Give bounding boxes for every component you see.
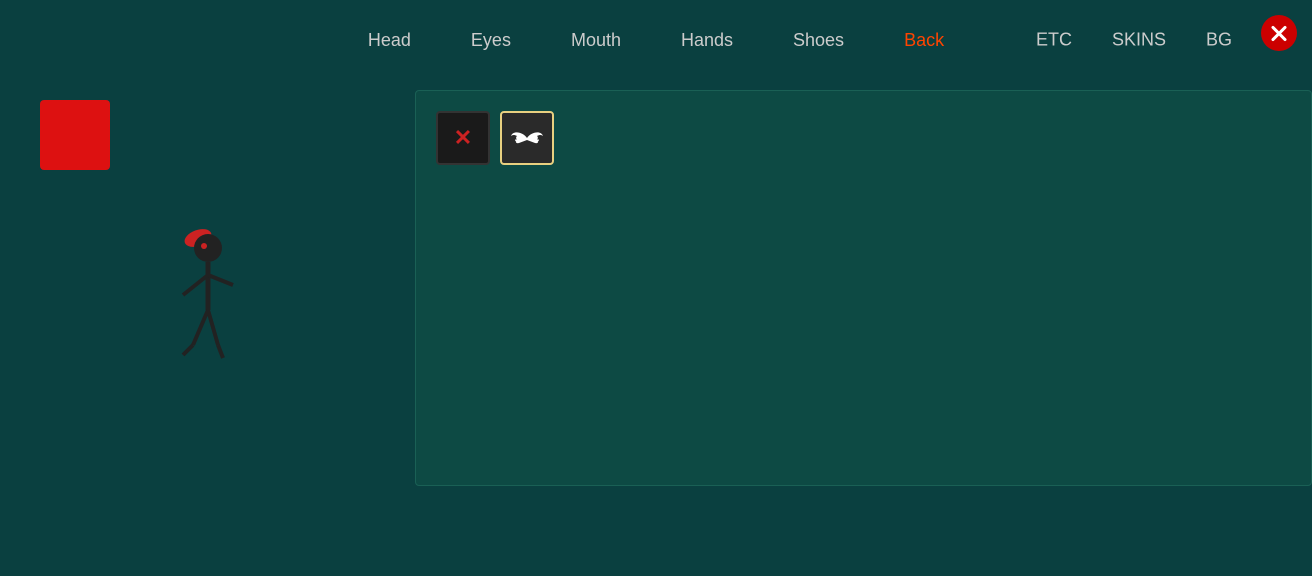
nav-etc[interactable]: ETC	[1036, 30, 1072, 51]
right-panel: ✕	[415, 90, 1312, 486]
nav-bg[interactable]: BG	[1206, 30, 1232, 51]
nav-skins[interactable]: SKINS	[1112, 30, 1166, 51]
nav-right: ETC SKINS BG	[1036, 30, 1232, 51]
tab-shoes[interactable]: Shoes	[793, 30, 844, 51]
color-swatch[interactable]	[40, 100, 110, 170]
items-grid: ✕	[436, 111, 1291, 165]
tab-head[interactable]: Head	[368, 30, 411, 51]
wings-icon	[509, 126, 545, 150]
tab-eyes[interactable]: Eyes	[471, 30, 511, 51]
close-button[interactable]	[1261, 15, 1297, 51]
tab-hands[interactable]: Hands	[681, 30, 733, 51]
tab-back[interactable]: Back	[904, 30, 944, 51]
item-slot-empty[interactable]: ✕	[436, 111, 490, 165]
item-slot-wings[interactable]	[500, 111, 554, 165]
top-nav: Head Eyes Mouth Hands Shoes Back ETC SKI…	[0, 0, 1312, 80]
bottom-area	[0, 486, 1312, 576]
tab-mouth[interactable]: Mouth	[571, 30, 621, 51]
character-figure	[168, 210, 248, 370]
item-x-icon: ✕	[454, 125, 472, 151]
